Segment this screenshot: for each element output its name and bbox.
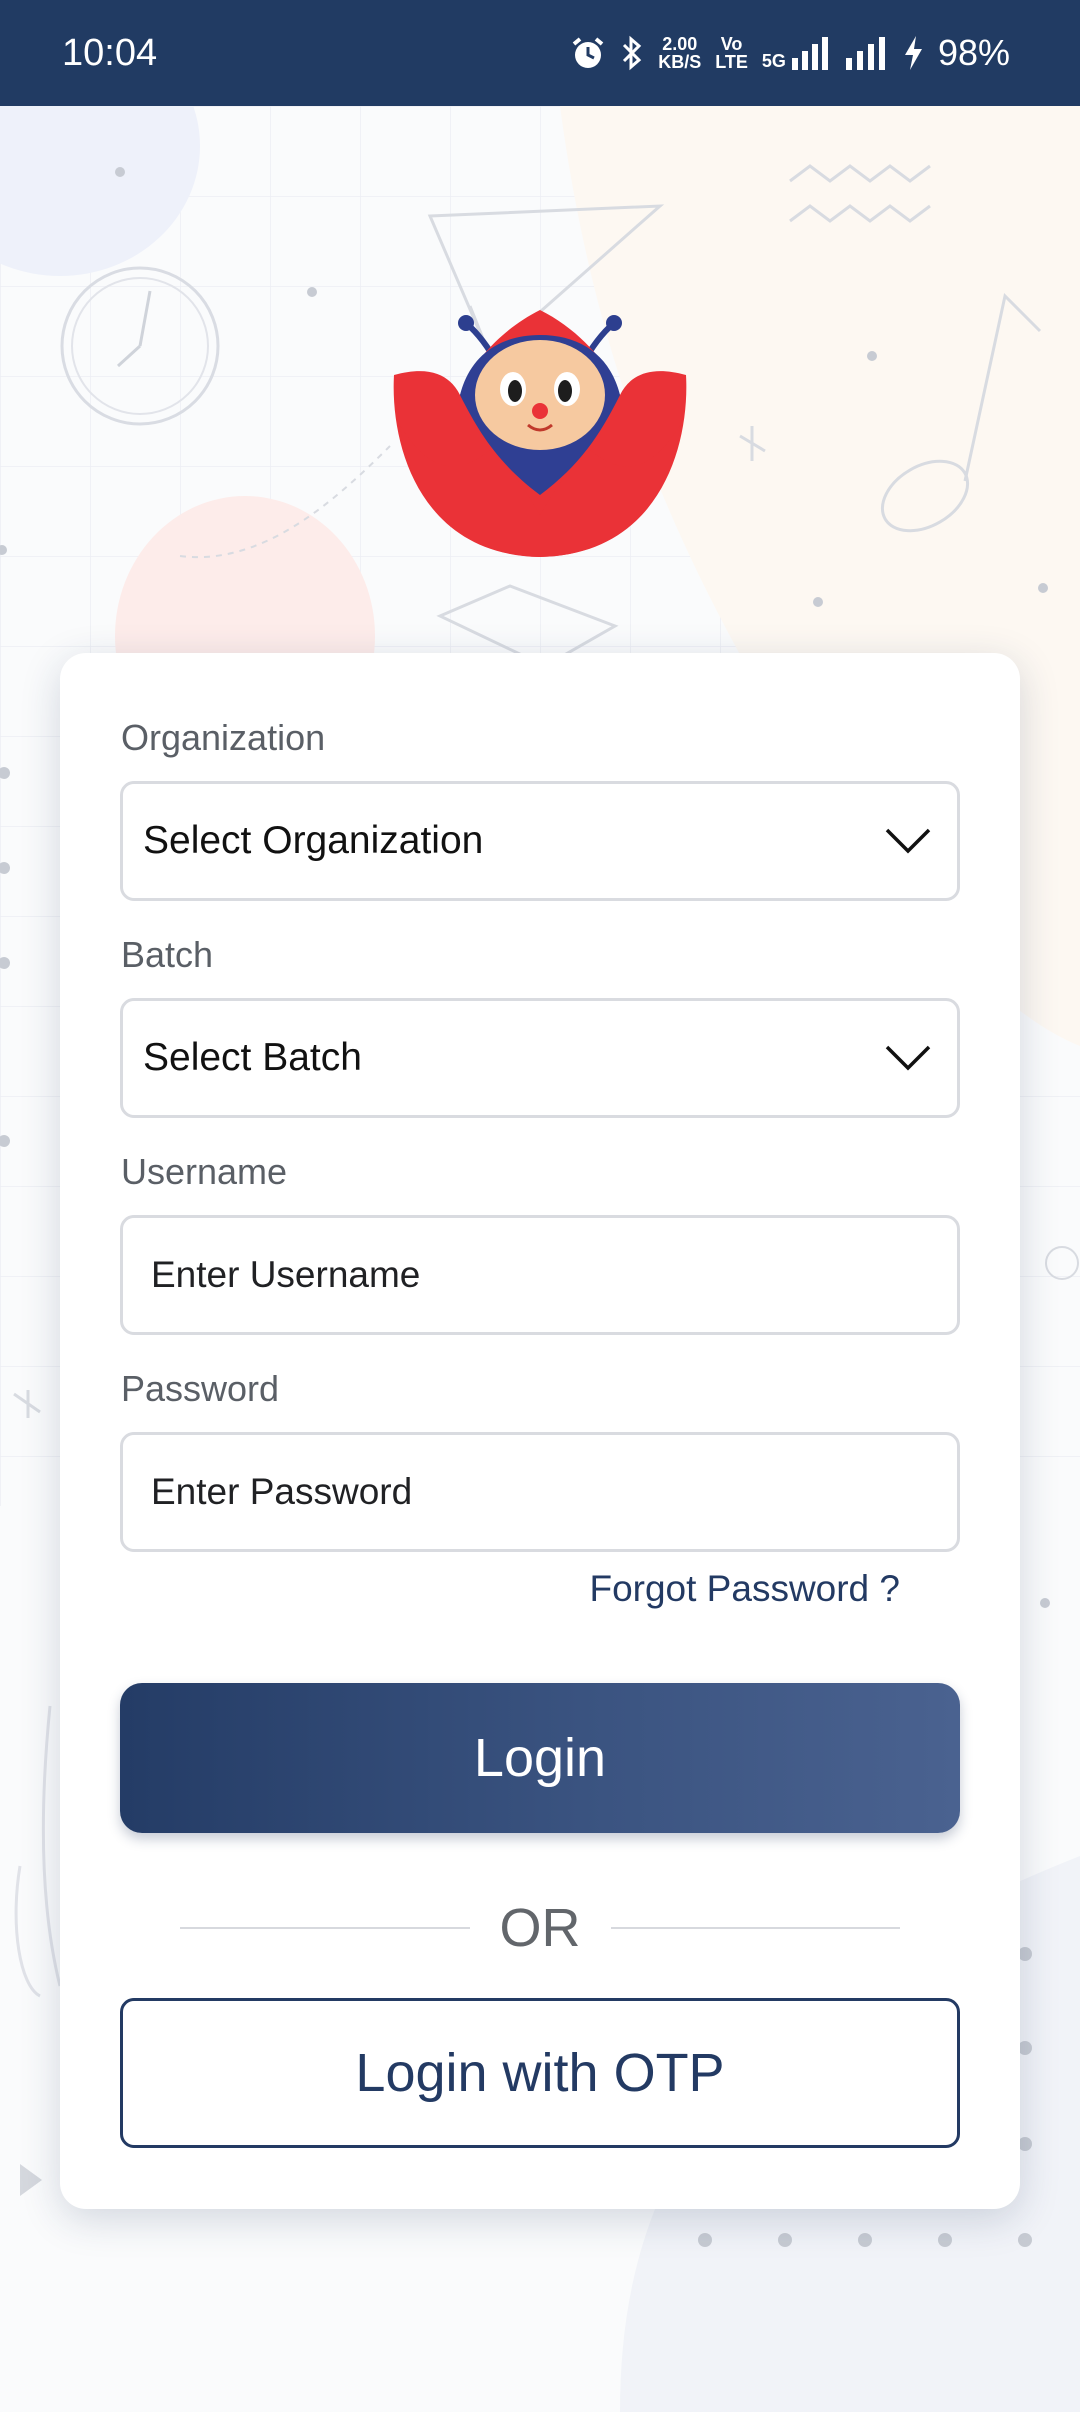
alarm-icon xyxy=(572,37,604,68)
ladybug-mascot-logo xyxy=(393,310,687,557)
signal-icon xyxy=(791,37,828,70)
or-text: OR xyxy=(499,1898,581,1958)
batch-selected-value: Select Batch xyxy=(143,1036,362,1079)
status-icons: 2.00 KB/S Vo LTE 5G 98% xyxy=(570,32,1010,74)
divider-line xyxy=(180,1927,470,1929)
organization-selected-value: Select Organization xyxy=(143,819,484,862)
password-input[interactable]: Enter Password xyxy=(120,1432,960,1552)
chevron-down-icon xyxy=(885,1045,931,1071)
divider-line xyxy=(610,1927,900,1929)
username-input[interactable]: Enter Username xyxy=(120,1215,960,1335)
bluetooth-icon xyxy=(623,35,642,71)
password-label: Password xyxy=(121,1368,280,1409)
signal-5g: 5G xyxy=(762,36,830,70)
login-button[interactable]: Login xyxy=(120,1683,960,1833)
password-placeholder: Enter Password xyxy=(151,1471,413,1512)
app-logo xyxy=(390,305,690,565)
signal-icon xyxy=(845,37,885,70)
status-time: 10:04 xyxy=(62,31,158,74)
status-bar: 10:04 2.00 KB/S Vo LTE 5G 98% xyxy=(0,0,1080,106)
organization-dropdown[interactable]: Select Organization xyxy=(120,781,960,901)
forgot-password-link[interactable]: Forgot Password ? xyxy=(589,1568,900,1610)
batch-label: Batch xyxy=(121,934,214,975)
battery-level: 98% xyxy=(937,32,1010,73)
username-label: Username xyxy=(121,1151,288,1192)
chevron-down-icon xyxy=(885,828,931,854)
batch-dropdown[interactable]: Select Batch xyxy=(120,998,960,1118)
organization-label: Organization xyxy=(121,717,326,758)
charging-icon xyxy=(904,36,922,70)
network-speed: 2.00 KB/S xyxy=(658,34,702,72)
username-placeholder: Enter Username xyxy=(151,1254,421,1295)
login-card: Organization Select Organization Batch S… xyxy=(60,653,1020,2209)
login-with-otp-button[interactable]: Login with OTP xyxy=(120,1998,960,2148)
or-divider: OR xyxy=(180,1898,900,1958)
volte-indicator: Vo LTE xyxy=(715,34,748,72)
